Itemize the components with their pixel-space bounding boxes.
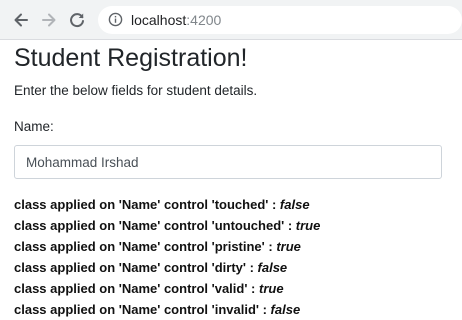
state-touched: class applied on 'Name' control 'touched… — [14, 194, 448, 215]
page-subtitle: Enter the below fields for student detai… — [14, 83, 258, 98]
state-dirty: class applied on 'Name' control 'dirty' … — [14, 257, 448, 278]
browser-toolbar: localhost:4200 — [0, 0, 462, 40]
control-states: class applied on 'Name' control 'touched… — [14, 194, 448, 320]
state-value: false — [257, 260, 288, 275]
back-arrow-icon — [14, 13, 28, 26]
reload-button[interactable] — [66, 9, 88, 31]
state-value: false — [279, 197, 310, 212]
state-text: class applied on 'Name' control 'valid' … — [14, 281, 259, 296]
page-title: Student Registration! — [14, 44, 248, 72]
state-pristine: class applied on 'Name' control 'pristin… — [14, 236, 448, 257]
state-text: class applied on 'Name' control 'pristin… — [14, 239, 277, 254]
address-host: localhost — [131, 11, 187, 28]
info-icon — [108, 12, 123, 27]
state-value: true — [295, 218, 321, 233]
state-text: class applied on 'Name' control 'untouch… — [14, 218, 296, 233]
forward-arrow-icon — [42, 13, 56, 26]
forward-button[interactable] — [38, 9, 60, 31]
back-button[interactable] — [10, 9, 32, 31]
page-content: Student Registration! Enter the below fi… — [0, 40, 462, 320]
name-label: Name: — [14, 119, 54, 134]
state-value: false — [270, 302, 301, 317]
name-input[interactable] — [14, 145, 442, 179]
reload-icon — [70, 12, 84, 27]
state-invalid: class applied on 'Name' control 'invalid… — [14, 299, 448, 320]
address-port: :4200 — [186, 11, 222, 28]
state-untouched: class applied on 'Name' control 'untouch… — [14, 215, 448, 236]
state-valid: class applied on 'Name' control 'valid' … — [14, 278, 448, 299]
state-value: true — [258, 281, 284, 296]
state-text: class applied on 'Name' control 'invalid… — [14, 302, 271, 317]
state-value: true — [276, 239, 301, 254]
state-text: class applied on 'Name' control 'touched… — [14, 197, 280, 212]
address-bar[interactable]: localhost:4200 — [98, 5, 462, 34]
state-text: class applied on 'Name' control 'dirty' … — [14, 260, 258, 275]
